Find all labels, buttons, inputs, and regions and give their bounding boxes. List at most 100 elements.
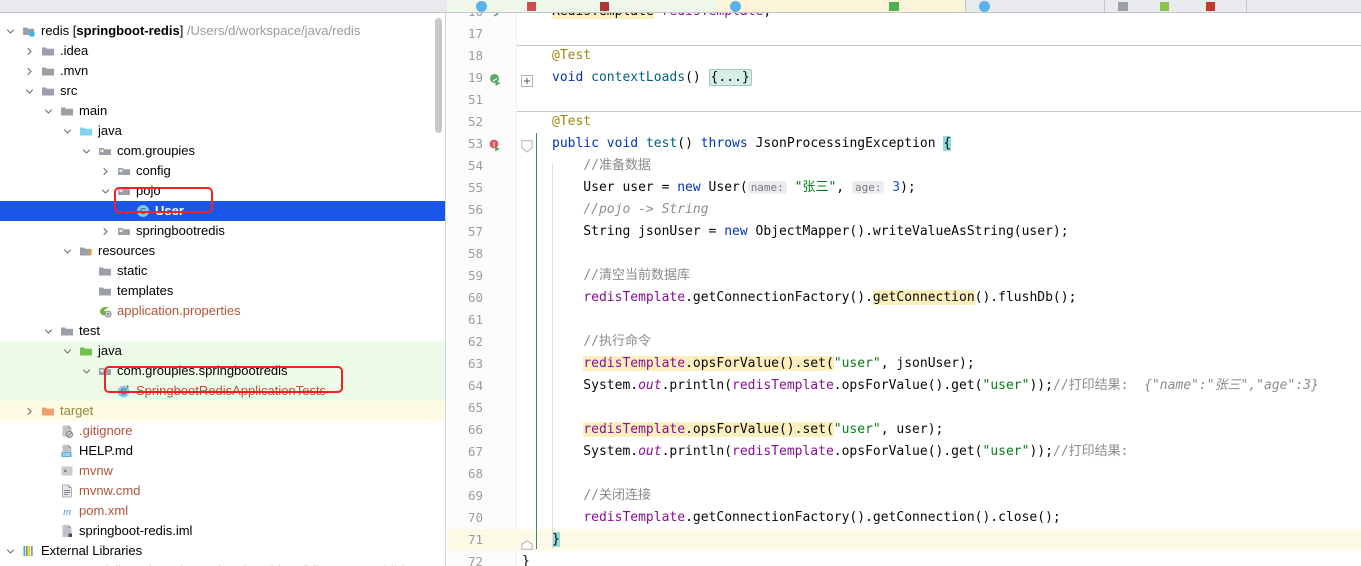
code-line-71[interactable]: 71} — [447, 529, 1361, 551]
chevron-down-icon[interactable] — [63, 247, 72, 256]
code-line-17[interactable]: 17 — [447, 23, 1361, 45]
tree-row-springbootredis-pkg[interactable]: springbootredis — [0, 221, 446, 241]
toolbar-icon-8[interactable] — [1160, 2, 1169, 11]
tree-row-static[interactable]: static — [0, 261, 446, 281]
code-line-19[interactable]: 19 void contextLoads() {...} — [447, 67, 1361, 89]
tree-row-label: test — [79, 323, 100, 338]
chevron-down-icon[interactable] — [63, 127, 72, 136]
code-line-58[interactable]: 58 — [447, 243, 1361, 265]
tree-row-pojo[interactable]: pojo — [0, 181, 446, 201]
code-line-16[interactable]: 16 RedisTemplate redisTemplate; — [447, 13, 1361, 23]
line-number: 58 — [467, 246, 483, 261]
chevron-down-icon[interactable] — [25, 87, 34, 96]
project-tree-scrollbar[interactable] — [435, 18, 442, 133]
code-line-59[interactable]: 59 //清空当前数据库 — [447, 265, 1361, 287]
toolbar-icon-3[interactable] — [600, 2, 609, 11]
toolbar-icon-2[interactable] — [527, 2, 536, 11]
code-line-18[interactable]: 18 @Test — [447, 45, 1361, 67]
fold-collapse-icon[interactable] — [521, 138, 533, 153]
tree-row-pom-xml[interactable]: m pom.xml — [0, 501, 446, 521]
chevron-down-icon[interactable] — [6, 27, 15, 36]
fold-expand-icon[interactable] — [521, 72, 533, 87]
code-text: public void test() throws JsonProcessing… — [552, 136, 952, 151]
code-text: redisTemplate.getConnectionFactory().get… — [583, 290, 1077, 305]
code-line-68[interactable]: 68 — [447, 463, 1361, 485]
tree-row-test[interactable]: test — [0, 321, 446, 341]
chevron-right-icon[interactable] — [101, 167, 110, 176]
svg-text:C: C — [121, 388, 127, 397]
code-line-66[interactable]: 66 redisTemplate.opsForValue().set("user… — [447, 419, 1361, 441]
code-line-70[interactable]: 70 redisTemplate.getConnectionFactory().… — [447, 507, 1361, 529]
tree-row-resources[interactable]: resources — [0, 241, 446, 261]
chevron-down-icon[interactable] — [6, 547, 15, 556]
toolbar-icon-9[interactable] — [1206, 2, 1215, 11]
run-test-failed-icon[interactable]: ! — [489, 137, 502, 152]
code-line-52[interactable]: 52 @Test — [447, 111, 1361, 133]
toolbar-icon-6[interactable] — [979, 1, 990, 12]
tree-row-src[interactable]: src — [0, 81, 446, 101]
tree-row-templates[interactable]: templates — [0, 281, 446, 301]
code-line-69[interactable]: 69 //关闭连接 — [447, 485, 1361, 507]
tree-row-redis-root[interactable]: redis [springboot-redis] /Users/d/worksp… — [0, 21, 446, 41]
code-line-65[interactable]: 65 — [447, 397, 1361, 419]
toolbar-icon-5[interactable] — [889, 2, 899, 11]
chevron-right-icon[interactable] — [25, 67, 34, 76]
tree-row-mvn[interactable]: .mvn — [0, 61, 446, 81]
override-method-icon[interactable] — [489, 13, 502, 18]
java-test-class-icon: C — [117, 384, 131, 398]
chevron-right-icon[interactable] — [25, 47, 34, 56]
tree-row-springboot-redis-application-tests[interactable]: C SpringbootRedisApplicationTests — [0, 381, 446, 401]
code-line-60[interactable]: 60 redisTemplate.getConnectionFactory().… — [447, 287, 1361, 309]
tree-row-application-properties[interactable]: application.properties — [0, 301, 446, 321]
tree-row-java-main[interactable]: java — [0, 121, 446, 141]
tree-row-main[interactable]: main — [0, 101, 446, 121]
code-line-72[interactable]: 72} — [447, 551, 1361, 566]
code-line-57[interactable]: 57 String jsonUser = new ObjectMapper().… — [447, 221, 1361, 243]
module-file-icon — [60, 524, 74, 538]
chevron-right-icon[interactable] — [25, 407, 34, 416]
chevron-down-icon[interactable] — [82, 147, 91, 156]
code-text: void contextLoads() {...} — [552, 69, 752, 86]
tree-row-label: resources — [98, 243, 156, 258]
toolbar-icon-1[interactable] — [476, 1, 487, 12]
run-test-icon[interactable] — [489, 71, 502, 86]
code-line-63[interactable]: 63 redisTemplate.opsForValue().set("user… — [447, 353, 1361, 375]
code-line-62[interactable]: 62 //执行命令 — [447, 331, 1361, 353]
tree-row-jdk-1-8[interactable]: < 1.8 > /Library/Java/JavaVirtualMachine… — [0, 561, 446, 566]
tree-row-mvnw-cmd[interactable]: mvnw.cmd — [0, 481, 446, 501]
code-line-64[interactable]: 64 System.out.println(redisTemplate.opsF… — [447, 375, 1361, 397]
source-root-icon — [79, 124, 93, 138]
chevron-down-icon[interactable] — [63, 347, 72, 356]
chevron-down-icon[interactable] — [82, 367, 91, 376]
code-editor[interactable]: 16RedisTemplate redisTemplate;1718@Test1… — [447, 13, 1361, 566]
chevron-right-icon[interactable] — [101, 227, 110, 236]
code-line-53[interactable]: 53! public void test() throws JsonProcess… — [447, 133, 1361, 155]
tree-row-com-groupies[interactable]: com.groupies — [0, 141, 446, 161]
tree-row-springboot-redis-iml[interactable]: springboot-redis.iml — [0, 521, 446, 541]
line-number: 65 — [467, 400, 483, 415]
toolbar-icon-7[interactable] — [1118, 2, 1128, 11]
code-line-54[interactable]: 54 //准备数据 — [447, 155, 1361, 177]
chevron-down-icon[interactable] — [44, 107, 53, 116]
tree-row-help-md[interactable]: MD HELP.md — [0, 441, 446, 461]
code-line-51[interactable]: 51 — [447, 89, 1361, 111]
code-line-56[interactable]: 56 //pojo -> String — [447, 199, 1361, 221]
toolbar-icon-4[interactable] — [730, 1, 741, 12]
tree-row-user-class[interactable]: C User — [0, 201, 446, 221]
code-line-55[interactable]: 55 User user = new User(name: "张三", age:… — [447, 177, 1361, 199]
tree-row-mvnw[interactable]: mvnw — [0, 461, 446, 481]
tree-row-gitignore[interactable]: .gitignore — [0, 421, 446, 441]
code-line-67[interactable]: 67 System.out.println(redisTemplate.opsF… — [447, 441, 1361, 463]
tree-row-target[interactable]: target — [0, 401, 446, 421]
code-text: System.out.println(redisTemplate.opsForV… — [552, 378, 1319, 393]
chevron-down-icon[interactable] — [101, 187, 110, 196]
fold-end-icon[interactable] — [521, 535, 533, 550]
tree-row-idea[interactable]: .idea — [0, 41, 446, 61]
tree-row-java-test[interactable]: java — [0, 341, 446, 361]
project-tree-panel[interactable]: redis [springboot-redis] /Users/d/worksp… — [0, 13, 446, 566]
tree-row-external-libraries[interactable]: External Libraries — [0, 541, 446, 561]
tree-row-com-groupies-springbootredis[interactable]: com.groupies.springbootredis — [0, 361, 446, 381]
code-line-61[interactable]: 61 — [447, 309, 1361, 331]
chevron-down-icon[interactable] — [44, 327, 53, 336]
tree-row-config[interactable]: config — [0, 161, 446, 181]
